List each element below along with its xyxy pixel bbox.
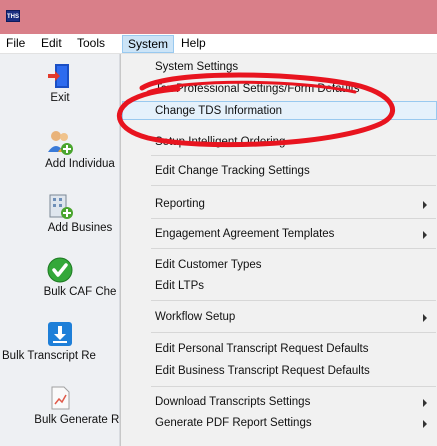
menu-item-setup-intelligent-ordering[interactable]: Setup Intelligent Ordering — [122, 133, 437, 152]
menu-bar: File Edit Tools System Help — [0, 34, 437, 54]
add-business-button[interactable]: Add Busines — [0, 188, 119, 252]
menu-item-download-transcripts-label: Download Transcripts Settings — [155, 396, 311, 408]
menu-separator — [151, 218, 436, 219]
submenu-arrow-icon — [423, 399, 427, 407]
menu-item-system-settings[interactable]: System Settings — [122, 58, 437, 77]
submenu-arrow-icon — [423, 420, 427, 428]
menu-separator — [151, 300, 436, 301]
menu-system[interactable]: System — [122, 35, 175, 53]
add-business-label: Add Busines — [47, 222, 113, 234]
bulk-transcript-request-label: Bulk Transcript Re — [2, 350, 96, 362]
menu-item-edit-change-tracking[interactable]: Edit Change Tracking Settings — [122, 162, 437, 181]
menu-item-engagement-agreement-templates[interactable]: Engagement Agreement Templates — [122, 225, 437, 244]
menu-separator — [151, 332, 436, 333]
submenu-arrow-icon — [423, 231, 427, 239]
menu-item-workflow-label: Workflow Setup — [155, 311, 236, 323]
menu-separator — [151, 386, 436, 387]
menu-item-edit-ltps[interactable]: Edit LTPs — [122, 277, 437, 296]
bulk-caf-check-button[interactable]: Bulk CAF Che — [0, 252, 119, 316]
menu-separator — [151, 185, 436, 186]
exit-button[interactable]: Exit — [0, 58, 119, 122]
menu-separator — [151, 155, 436, 156]
add-individual-icon — [48, 131, 73, 155]
app-logo-icon: THS — [6, 10, 20, 22]
menu-help[interactable]: Help — [176, 35, 211, 53]
menu-item-generate-pdf-report-settings[interactable]: Generate PDF Report Settings — [122, 414, 437, 433]
menu-item-engagement-label: Engagement Agreement Templates — [155, 228, 335, 240]
menu-separator — [151, 248, 436, 249]
checkmark-circle-icon — [47, 257, 73, 283]
bulk-caf-check-label: Bulk CAF Che — [43, 286, 117, 298]
menu-item-download-transcripts-settings[interactable]: Download Transcripts Settings — [122, 393, 437, 412]
menu-item-edit-customer-types[interactable]: Edit Customer Types — [122, 256, 437, 275]
menu-item-generate-pdf-label: Generate PDF Report Settings — [155, 417, 312, 429]
bulk-transcript-request-button[interactable]: Bulk Transcript Re — [0, 316, 119, 380]
menu-item-reporting[interactable]: Reporting — [122, 195, 437, 214]
submenu-arrow-icon — [423, 201, 427, 209]
add-individual-button[interactable]: Add Individua — [0, 124, 119, 188]
toolbar-sidebar: Exit Add Individua Add Busines Bulk CAF … — [0, 54, 120, 446]
add-business-icon — [49, 194, 73, 219]
bulk-generate-report-label: Bulk Generate Re — [34, 414, 120, 426]
menu-item-edit-personal-transcript-defaults[interactable]: Edit Personal Transcript Request Default… — [122, 340, 437, 359]
download-icon — [48, 322, 72, 346]
menu-item-change-tds-information[interactable]: Change TDS Information — [122, 101, 437, 120]
menu-tools[interactable]: Tools — [72, 35, 110, 53]
menu-edit[interactable]: Edit — [36, 35, 67, 53]
menu-item-tax-professional-settings[interactable]: Tax Professional Settings/Form Defaults — [122, 80, 437, 99]
submenu-arrow-icon — [423, 314, 427, 322]
exit-label: Exit — [50, 92, 70, 104]
report-document-icon — [51, 386, 70, 410]
menu-item-workflow-setup[interactable]: Workflow Setup — [122, 308, 437, 327]
menu-item-edit-business-transcript-defaults[interactable]: Edit Business Transcript Request Default… — [122, 362, 437, 381]
menu-item-reporting-label: Reporting — [155, 198, 205, 210]
bulk-generate-report-button[interactable]: Bulk Generate Re — [0, 380, 120, 444]
system-menu-dropdown: System Settings Tax Professional Setting… — [120, 54, 437, 446]
exit-door-icon — [48, 64, 69, 88]
menu-file[interactable]: File — [1, 35, 30, 53]
add-individual-label: Add Individua — [45, 158, 115, 170]
title-bar: THS — [0, 0, 437, 34]
